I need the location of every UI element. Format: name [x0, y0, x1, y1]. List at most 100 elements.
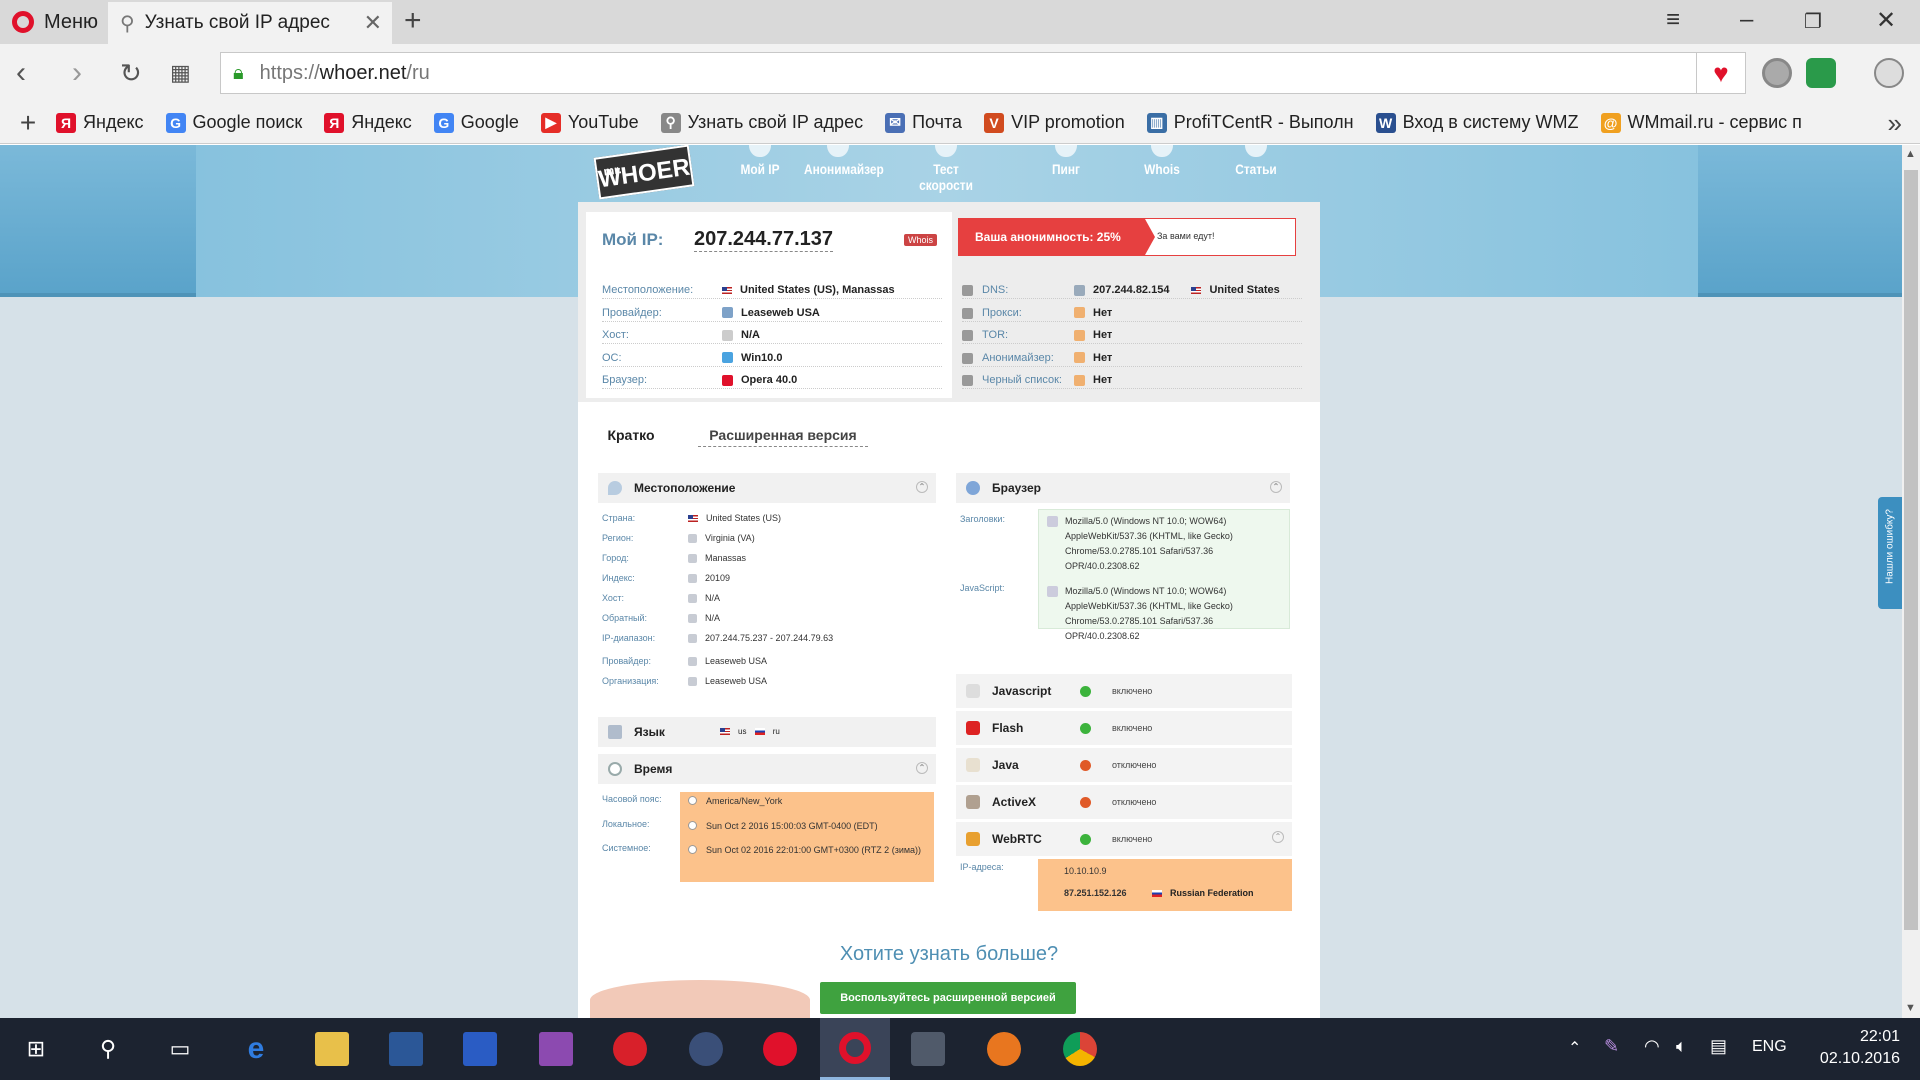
search-icon[interactable]: ⚲ [86, 1027, 130, 1071]
flag-us-icon [1191, 286, 1202, 294]
action-center-icon[interactable]: ▤ [1710, 1036, 1727, 1057]
my-ip-value[interactable]: 207.244.77.137 [694, 228, 834, 252]
vpn-lock-icon[interactable] [689, 1032, 723, 1066]
ghost-app-icon[interactable] [911, 1032, 945, 1066]
feedback-tab[interactable]: Нашли ошибку? [1878, 497, 1902, 609]
bookmark-item[interactable]: @ WMmail.ru - сервис п [1600, 112, 1802, 133]
minimize-button[interactable]: – [1740, 6, 1753, 34]
bookmark-item[interactable]: ▶ YouTube [540, 112, 639, 133]
back-icon[interactable]: ‹ [16, 56, 26, 90]
more-bookmarks-icon[interactable]: » [1888, 108, 1902, 139]
vpn-globe-icon[interactable] [1762, 58, 1792, 88]
collapse-browser-icon[interactable]: ⌃ [1270, 481, 1282, 493]
location-row-value: Virginia (VA) [688, 533, 755, 544]
location-row-value: 207.244.75.237 - 207.244.79.63 [688, 633, 833, 644]
reload-icon[interactable]: ↻ [120, 58, 142, 89]
heart-icon[interactable]: ♥ [1696, 52, 1746, 94]
tab-extended[interactable]: Расширенная версия [698, 417, 868, 447]
site-nav-item[interactable]: Статьи [1222, 145, 1290, 177]
ip-row-text: United States (US), Manassas [740, 284, 895, 296]
new-tab-button[interactable]: + [404, 4, 422, 38]
tab-menu-icon[interactable]: ≡ [1666, 6, 1680, 34]
url-field[interactable]: 🔒︎ https:// whoer.net /ru [220, 52, 1698, 94]
location-row-icon [688, 534, 697, 544]
volume-muted-icon[interactable]: 🔈︎ [1676, 1036, 1687, 1057]
collapse-webrtc-icon[interactable]: ⌃ [1272, 831, 1284, 843]
site-nav-item[interactable]: Анонимайзер [804, 145, 884, 177]
bookmark-item[interactable]: G Google поиск [165, 112, 302, 133]
bookmark-item[interactable]: Я Яндекс [56, 112, 144, 133]
browser-title: Браузер [992, 481, 1041, 495]
bookmarks-bar: + Я Яндекс G Google поиск Я Яндекс G Google ▶ You… [0, 102, 1920, 144]
location-row-label: Обратный: [602, 613, 648, 623]
anonymity-box: Ваша анонимность: 25% За вами едут! [958, 218, 1296, 256]
opera-menu-button[interactable]: Меню [0, 0, 106, 44]
dns-icon [962, 285, 973, 296]
scroll-up-icon[interactable]: ▲ [1905, 148, 1916, 160]
restore-button[interactable]: ❐ [1804, 9, 1822, 34]
bookmark-item[interactable]: Я Яндекс [324, 112, 412, 133]
bookmark-item[interactable]: ▥ ProfiTCentR - Выполн [1146, 112, 1354, 133]
tab-short[interactable]: Кратко [578, 417, 684, 453]
flag-ru-icon [754, 728, 765, 736]
edge-icon[interactable]: e [234, 1027, 278, 1071]
bookmark-item[interactable]: V VIP promotion [984, 112, 1125, 133]
location-row-value: N/A [688, 593, 720, 604]
bookmark-item[interactable]: ⚲ Узнать свой IP адрес [660, 112, 863, 133]
ip-row-value: N/A [722, 329, 760, 341]
location-section-header[interactable]: Местоположение ⌃ [598, 473, 936, 503]
site-nav-item[interactable]: Whois [1128, 145, 1196, 177]
speed-dial-icon[interactable]: ▦ [170, 60, 191, 86]
winrar-icon[interactable] [539, 1032, 573, 1066]
total-commander-icon[interactable] [463, 1032, 497, 1066]
extended-version-button[interactable]: Воспользуйтесь расширенной версией [820, 982, 1076, 1014]
bookmark-item[interactable]: W Вход в систему WMZ [1375, 112, 1579, 133]
plugin-row: Javascript включено [956, 674, 1292, 708]
opera-taskbar-button[interactable] [820, 1018, 890, 1080]
headers-label: Заголовки: [960, 514, 1005, 524]
close-tab-icon[interactable]: ✕ [364, 10, 382, 36]
start-windows-icon[interactable]: ⊞ [14, 1027, 58, 1071]
java-icon [966, 758, 980, 772]
forward-icon[interactable]: › [72, 56, 82, 90]
scrollbar-thumb[interactable] [1904, 170, 1918, 930]
add-bookmark-button[interactable]: + [0, 107, 56, 139]
whois-badge[interactable]: Whois [904, 234, 938, 246]
ip-check-value: Нет [1074, 307, 1112, 319]
site-nav-item[interactable]: Пинг [1032, 145, 1100, 177]
yandex-icon: Я [56, 112, 76, 133]
bookmark-item[interactable]: ✉ Почта [885, 112, 962, 133]
adguard-extension-icon[interactable] [1806, 58, 1836, 88]
bookmark-item[interactable]: G Google [433, 112, 519, 133]
language-section-header: Язык us ru [598, 717, 936, 747]
scroll-down-icon[interactable]: ▼ [1905, 1002, 1916, 1014]
plugin-name: Flash [992, 721, 1024, 735]
file-explorer-icon[interactable] [315, 1032, 349, 1066]
wifi-icon[interactable]: ◠ [1644, 1036, 1660, 1057]
tray-chevron-icon[interactable]: ⌃ [1568, 1038, 1581, 1058]
flash-icon [966, 721, 980, 735]
collapse-location-icon[interactable]: ⌃ [916, 481, 928, 493]
browser-section-header[interactable]: Браузер ⌃ [956, 473, 1290, 503]
pen-icon[interactable]: ✎ [1604, 1036, 1619, 1057]
close-window-button[interactable]: ✕ [1876, 6, 1896, 35]
word-icon[interactable] [389, 1032, 423, 1066]
webrtc-ip-public: 87.251.152.126 [1064, 888, 1127, 898]
task-view-icon[interactable]: ▭ [158, 1027, 202, 1071]
title-bar: Меню ⚲ Узнать свой IP адрес ✕ + ≡ – ❐ ✕ [0, 0, 1920, 44]
site-nav-item[interactable]: Тест скорости [912, 145, 980, 193]
nero-icon[interactable] [613, 1032, 647, 1066]
time-section-header[interactable]: Время ⌃ [598, 754, 936, 784]
browser-tab[interactable]: ⚲ Узнать свой IP адрес ✕ [108, 2, 392, 44]
yandex-browser-icon[interactable] [763, 1032, 797, 1066]
collapse-time-icon[interactable]: ⌃ [916, 762, 928, 774]
ip-row-label: Хост: [602, 329, 629, 341]
language-indicator[interactable]: ENG [1752, 1038, 1787, 1056]
location-row-value: Leaseweb USA [688, 656, 767, 667]
clock[interactable]: 22:01 02.10.2016 [1820, 1026, 1900, 1070]
thumb-up-icon [1074, 329, 1085, 341]
chrome-icon[interactable] [1063, 1032, 1097, 1066]
site-nav-item[interactable]: Мой IP [726, 145, 794, 177]
firefox-icon[interactable] [987, 1032, 1021, 1066]
profile-icon[interactable] [1874, 58, 1904, 88]
